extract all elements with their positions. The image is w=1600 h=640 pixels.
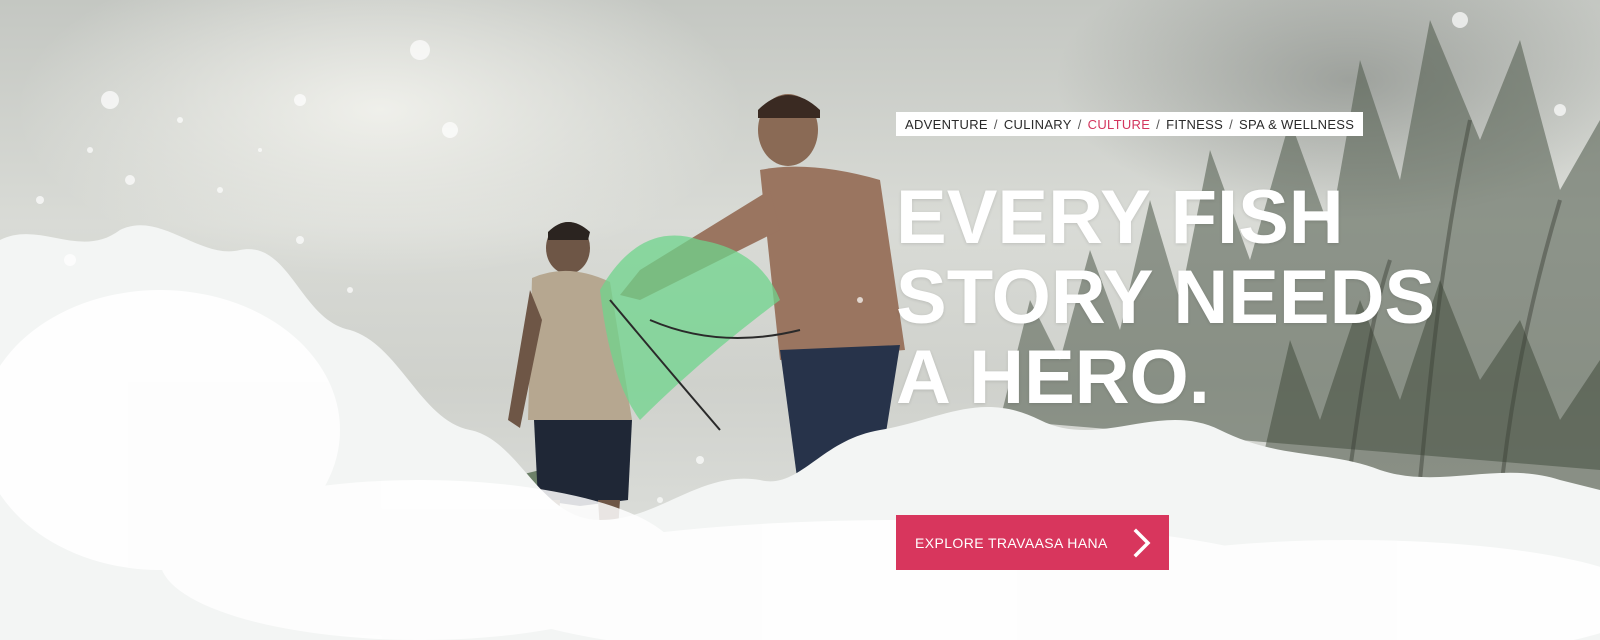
headline-line-1: EVERY FISH (896, 175, 1344, 260)
nav-separator: / (1077, 116, 1082, 132)
nav-separator: / (993, 116, 998, 132)
nav-separator: / (1229, 116, 1234, 132)
headline-line-2: STORY NEEDS (896, 255, 1436, 340)
nav-item-adventure[interactable]: ADVENTURE (905, 117, 988, 132)
hero-headline: EVERY FISH STORY NEEDS A HERO. (896, 178, 1435, 418)
nav-item-spa-wellness[interactable]: SPA & WELLNESS (1239, 117, 1354, 132)
headline-line-3: A HERO. (896, 335, 1210, 420)
nav-item-culture[interactable]: CULTURE (1088, 117, 1151, 132)
category-nav: ADVENTURE / CULINARY / CULTURE / FITNESS… (896, 112, 1364, 136)
nav-item-fitness[interactable]: FITNESS (1166, 117, 1223, 132)
explore-button[interactable]: EXPLORE TRAVAASA HANA (896, 515, 1169, 570)
nav-separator: / (1156, 116, 1161, 132)
nav-item-culinary[interactable]: CULINARY (1004, 117, 1072, 132)
explore-button-label: EXPLORE TRAVAASA HANA (915, 534, 1108, 551)
chevron-right-icon (1133, 528, 1151, 558)
